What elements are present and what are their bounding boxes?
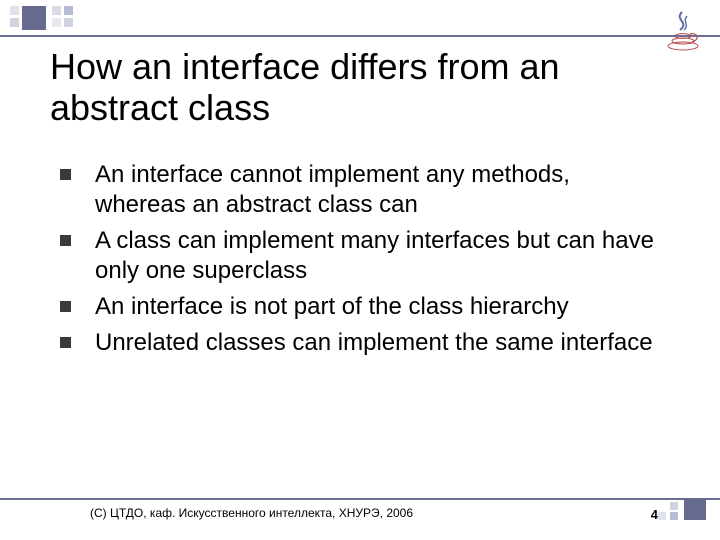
list-item: A class can implement many interfaces bu… [60, 226, 660, 286]
list-item: An interface is not part of the class hi… [60, 292, 660, 322]
horizontal-rule-bottom [0, 498, 720, 500]
slide-title: How an interface differs from an abstrac… [50, 46, 650, 129]
java-logo-icon [660, 8, 706, 54]
horizontal-rule-top [0, 35, 720, 37]
list-item: An interface cannot implement any method… [60, 160, 660, 220]
bullet-text: An interface is not part of the class hi… [95, 292, 569, 322]
bullet-square-icon [60, 301, 71, 312]
bullet-text: A class can implement many interfaces bu… [95, 226, 660, 286]
footer-copyright: (С) ЦТДО, каф. Искусственного интеллекта… [90, 506, 413, 520]
list-item: Unrelated classes can implement the same… [60, 328, 660, 358]
bullet-text: Unrelated classes can implement the same… [95, 328, 653, 358]
corner-decoration-top [0, 0, 140, 40]
bullet-square-icon [60, 337, 71, 348]
slide-body: An interface cannot implement any method… [60, 160, 660, 364]
corner-decoration-bottom [646, 502, 706, 522]
bullet-square-icon [60, 235, 71, 246]
bullet-text: An interface cannot implement any method… [95, 160, 660, 220]
bullet-square-icon [60, 169, 71, 180]
slide: How an interface differs from an abstrac… [0, 0, 720, 540]
